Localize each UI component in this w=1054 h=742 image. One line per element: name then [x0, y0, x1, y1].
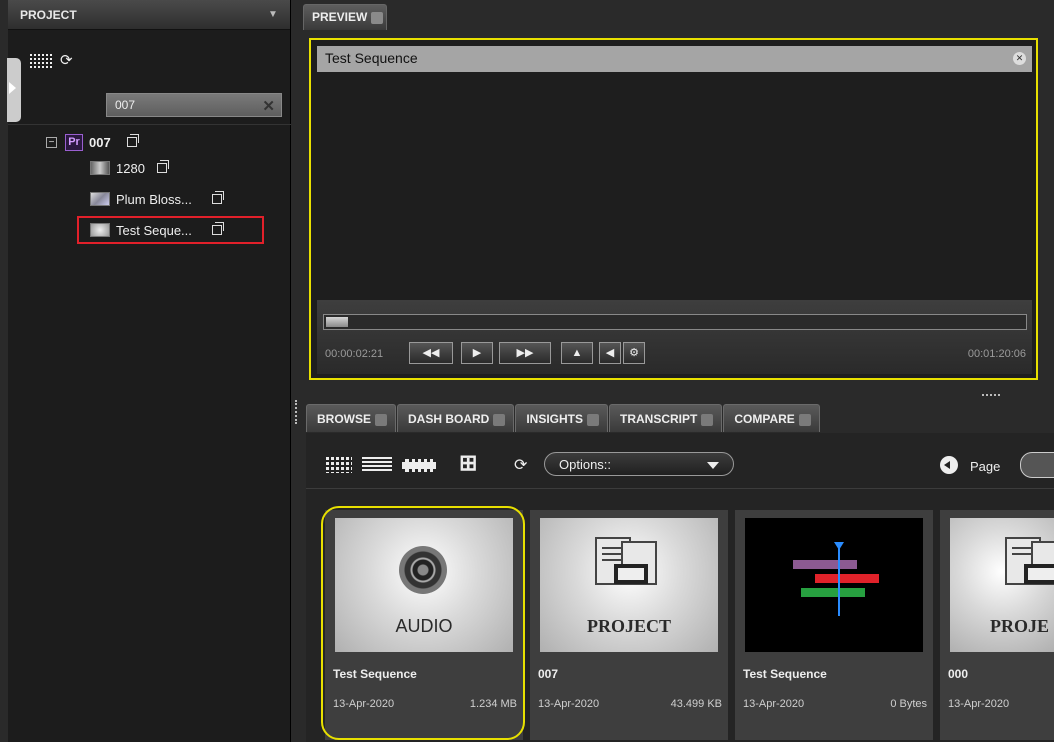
tree-item-label: Plum Bloss...	[116, 191, 192, 207]
current-timecode: 00:00:02:21	[325, 348, 384, 360]
selection-highlight	[77, 216, 264, 244]
refresh-icon[interactable]: ⟳	[60, 53, 76, 69]
rewind-button[interactable]: ◀◀	[409, 342, 453, 364]
asset-size: 0 Bytes	[890, 698, 927, 710]
list-view-icon[interactable]	[362, 457, 392, 473]
project-document-icon	[595, 537, 657, 585]
add-asset-icon[interactable]: ⊞	[459, 452, 477, 474]
divider	[306, 488, 1054, 489]
open-external-icon[interactable]	[126, 134, 139, 147]
clear-search-icon[interactable]: ✕	[262, 97, 275, 115]
settings-gear-icon[interactable]: ⚙	[623, 342, 645, 364]
asset-name: 000	[948, 667, 969, 681]
previous-page-button[interactable]	[940, 456, 958, 474]
page-number-input[interactable]	[1020, 452, 1054, 478]
tab-label: COMPARE	[734, 412, 795, 426]
project-document-icon	[1005, 537, 1054, 585]
image-clip-icon	[90, 192, 110, 206]
project-search-input[interactable]	[115, 98, 255, 112]
tab-label: INSIGHTS	[526, 412, 584, 426]
project-panel-title: PROJECT	[20, 7, 77, 22]
thumbnail-type-label: PROJECT	[586, 616, 671, 636]
asset-date: 13-Apr-2020	[948, 698, 1010, 710]
fast-forward-button[interactable]: ▶▶	[499, 342, 551, 364]
preview-player: Test Sequence ✕ 00:00:02:21 ◀◀ ▶ ▶▶ ▲ ◀ …	[309, 38, 1038, 380]
asset-name: Test Sequence	[743, 667, 827, 681]
chevron-down-icon[interactable]	[371, 11, 384, 24]
asset-thumbnail[interactable]: PROJE	[950, 518, 1054, 652]
video-clip-icon	[90, 161, 110, 175]
tab-dashboard[interactable]: DASH BOARD	[397, 404, 515, 432]
tree-item-label: 007	[89, 134, 111, 150]
sequence-timeline-icon	[793, 542, 879, 616]
asset-card[interactable]: PROJE 000 13-Apr-2020	[940, 510, 1054, 740]
asset-name: 007	[538, 667, 559, 681]
tab-label: PREVIEW	[312, 10, 368, 24]
close-preview-icon[interactable]: ✕	[1013, 52, 1026, 65]
project-panel-header[interactable]: PROJECT ▼	[8, 0, 290, 30]
scrubber-handle[interactable]	[326, 317, 348, 327]
timeline-scrubber[interactable]	[323, 314, 1027, 330]
tab-insights[interactable]: INSIGHTS	[515, 404, 609, 432]
caret-down-icon	[707, 462, 719, 469]
panel-resize-grip[interactable]	[982, 394, 1000, 397]
divider	[8, 124, 291, 125]
preview-title: Test Sequence	[325, 50, 418, 66]
preview-title-bar: Test Sequence ✕	[317, 46, 1032, 72]
project-panel: PROJECT ▼ ⟳ ✕ − Pr 007 1280 Plum Bloss..…	[7, 0, 291, 742]
play-button[interactable]: ▶	[461, 342, 493, 364]
grid-view-icon[interactable]	[30, 54, 52, 70]
asset-card[interactable]: PROJECT 007 13-Apr-2020 43.499 KB	[530, 510, 728, 740]
open-external-icon[interactable]	[211, 191, 224, 204]
tab-browse[interactable]: BROWSE	[306, 404, 396, 432]
chevron-down-icon[interactable]: ▼	[266, 8, 280, 22]
page-label: Page	[970, 459, 1001, 474]
tab-label: DASH BOARD	[408, 412, 490, 426]
premiere-project-icon: Pr	[65, 133, 83, 151]
browse-tab-bar: BROWSE DASH BOARD INSIGHTS TRANSCRIPT CO…	[306, 404, 821, 434]
options-dropdown[interactable]: Options::	[544, 452, 734, 476]
tree-item-1280[interactable]: 1280	[90, 158, 169, 178]
collapse-icon[interactable]: −	[46, 136, 57, 148]
selected-asset-highlight	[321, 506, 525, 740]
chevron-down-icon[interactable]	[493, 413, 506, 426]
tab-label: BROWSE	[317, 412, 371, 426]
tree-item-project[interactable]: − Pr 007	[46, 132, 139, 152]
filmstrip-view-icon[interactable]	[402, 459, 436, 472]
asset-thumbnail[interactable]: PROJECT	[540, 518, 718, 652]
chevron-down-icon[interactable]	[701, 413, 714, 426]
tab-compare[interactable]: COMPARE	[723, 404, 820, 432]
asset-date: 13-Apr-2020	[743, 698, 805, 710]
tab-preview[interactable]: PREVIEW	[303, 4, 387, 30]
project-search-field[interactable]: ✕	[106, 93, 282, 117]
options-label: Options::	[559, 457, 612, 472]
asset-thumbnail[interactable]	[745, 518, 923, 652]
asset-size: 43.499 KB	[670, 698, 722, 710]
chevron-down-icon[interactable]	[587, 413, 600, 426]
tab-transcript[interactable]: TRANSCRIPT	[609, 404, 723, 432]
thumbnail-view-icon[interactable]	[326, 457, 352, 473]
asset-date: 13-Apr-2020	[538, 698, 600, 710]
thumbnail-type-label: PROJE	[990, 616, 1050, 636]
tree-item-plum-blossom[interactable]: Plum Bloss...	[90, 189, 224, 209]
player-controls: 00:00:02:21 ◀◀ ▶ ▶▶ ▲ ◀ ⚙ 00:01:20:06	[317, 300, 1032, 374]
open-external-icon[interactable]	[156, 160, 169, 173]
chevron-down-icon[interactable]	[375, 413, 387, 426]
chevron-down-icon[interactable]	[798, 413, 811, 426]
tree-item-label: 1280	[116, 160, 145, 176]
panel-collapse-handle[interactable]	[7, 58, 21, 122]
panel-resize-handle[interactable]	[295, 400, 297, 424]
total-timecode: 00:01:20:06	[967, 348, 1026, 360]
mark-in-button[interactable]: ▲	[561, 342, 593, 364]
tab-label: TRANSCRIPT	[620, 412, 698, 426]
asset-card[interactable]: Test Sequence 13-Apr-2020 0 Bytes	[735, 510, 933, 740]
refresh-icon[interactable]: ⟳	[514, 455, 527, 475]
volume-icon[interactable]: ◀	[599, 342, 621, 364]
